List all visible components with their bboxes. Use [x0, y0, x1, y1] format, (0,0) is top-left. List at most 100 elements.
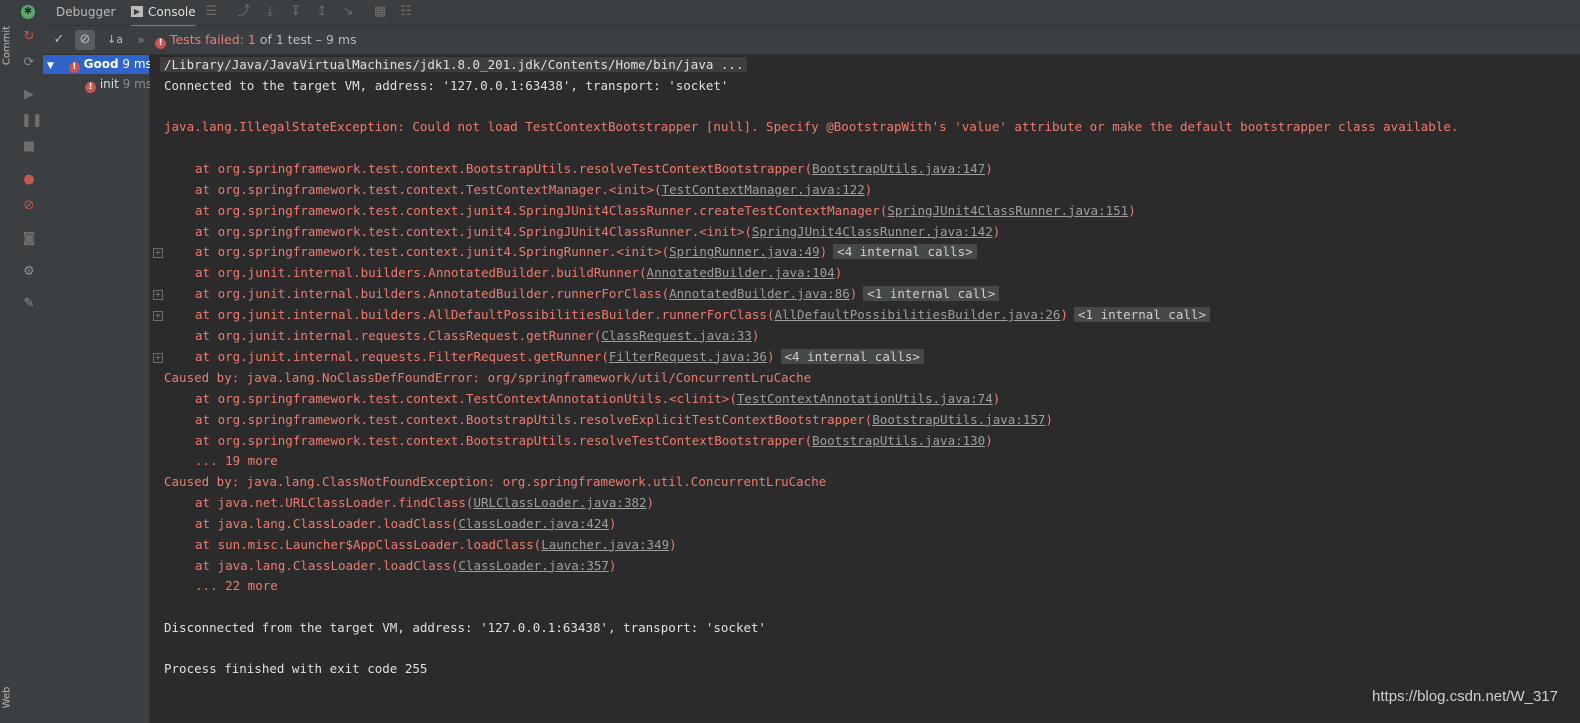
test-tree: ▼ ! Good 9 ms ! init 9 ms [43, 55, 152, 723]
run-to-cursor-icon[interactable]: ↘ [341, 5, 355, 19]
stack-frame-line: at java.lang.ClassLoader.loadClass(Class… [195, 556, 616, 576]
stack-frame-close-paren: ) [669, 536, 677, 552]
trace-icon[interactable]: ☷ [399, 5, 413, 19]
evaluate-expression-icon[interactable]: ▦ [373, 5, 387, 19]
internal-calls-badge[interactable]: <4 internal calls> [833, 244, 977, 260]
menu-icon[interactable]: ☰ [204, 5, 218, 19]
source-link[interactable]: Launcher.java:349 [541, 537, 669, 552]
source-link[interactable]: FilterRequest.java:36 [609, 349, 767, 364]
source-link[interactable]: AllDefaultPossibilitiesBuilder.java:26 [774, 307, 1060, 322]
stack-frame-line: at org.springframework.test.context.Test… [195, 180, 872, 200]
expand-fold-icon[interactable]: + [153, 352, 163, 363]
mute-breakpoints-icon[interactable]: ⊘ [21, 198, 37, 214]
console-line-caused-by: Caused by: java.lang.NoClassDefFoundErro… [164, 370, 812, 385]
internal-calls-badge[interactable]: <1 internal call> [1074, 306, 1210, 322]
debug-tab-bar: ✱ Debugger ▶ Console ☰ ⤴ ⤓ ↧ ↥ ↘ ▦ ☷ [15, 0, 1580, 28]
tab-console[interactable]: ▶ Console [131, 0, 196, 28]
stack-frame-close-paren: ) [1060, 306, 1068, 322]
web-tool-tab[interactable]: Web [2, 677, 13, 719]
rerun-failed-icon[interactable]: ↻ [21, 29, 37, 45]
expand-fold-icon[interactable]: + [153, 310, 163, 321]
console-icon: ▶ [131, 6, 143, 17]
stack-frame-text: at org.junit.internal.builders.Annotated… [195, 286, 670, 302]
stack-frame-close-paren: ) [608, 515, 617, 531]
source-link[interactable]: BootstrapUtils.java:130 [812, 433, 985, 448]
stack-frame-close-paren: ) [849, 286, 858, 302]
error-icon: ! [68, 62, 80, 73]
stack-frame-text: at org.junit.internal.builders.AllDefaul… [195, 306, 775, 322]
stack-frame-close-paren: ) [766, 348, 775, 364]
stack-frame-close-paren: ) [819, 244, 828, 260]
stack-frame-text: at org.springframework.test.context.juni… [195, 223, 752, 239]
tests-detail: of 1 test – 9 ms [259, 32, 357, 47]
tree-item-good[interactable]: ▼ ! Good 9 ms [43, 55, 152, 76]
bug-icon: ✱ [21, 5, 35, 19]
source-link[interactable]: ClassRequest.java:33 [601, 328, 752, 343]
stack-frame-line: at org.junit.internal.builders.Annotated… [195, 284, 1000, 304]
tab-debugger[interactable]: Debugger [56, 0, 115, 25]
show-execution-point-icon[interactable]: ⤴ [237, 5, 251, 19]
source-link[interactable]: AnnotatedBuilder.java:86 [669, 286, 850, 301]
stack-frame-text: at org.springframework.test.context.Test… [195, 391, 737, 406]
source-link[interactable]: TestContextManager.java:122 [662, 182, 865, 197]
stack-frame-text: at java.lang.ClassLoader.loadClass( [195, 515, 459, 531]
source-link[interactable]: URLClassLoader.java:382 [473, 495, 646, 510]
camera-icon[interactable]: ◙ [21, 231, 37, 247]
resume-icon[interactable]: ▶ [21, 87, 37, 103]
stack-frame-close-paren: ) [608, 557, 617, 573]
stack-frame-line: at java.lang.ClassLoader.loadClass(Class… [195, 514, 616, 534]
pause-icon[interactable]: ❚❚ [21, 113, 43, 129]
stack-frame-line: at org.springframework.test.context.juni… [195, 242, 977, 262]
stack-frame-line: at org.springframework.test.context.Boot… [195, 159, 993, 179]
gear-icon[interactable]: ⚙ [21, 264, 37, 280]
stack-frame-close-paren: ) [992, 223, 1001, 239]
side-tool-strip: Commit Web [0, 0, 16, 723]
console-output[interactable]: /Library/Java/JavaVirtualMachines/jdk1.8… [150, 55, 1580, 723]
stack-frame-close-paren: ) [992, 391, 1001, 406]
watermark: https://blog.csdn.net/W_317 [1372, 688, 1558, 705]
stack-frame-text: at org.springframework.test.context.Boot… [195, 411, 873, 427]
source-link[interactable]: ClassLoader.java:357 [458, 558, 609, 573]
console-line-more: ... 19 more [195, 453, 278, 468]
source-link[interactable]: AnnotatedBuilder.java:104 [647, 265, 835, 280]
source-link[interactable]: TestContextAnnotationUtils.java:74 [737, 391, 993, 406]
step-into-icon[interactable]: ↧ [289, 5, 303, 19]
tab-console-label: Console [148, 5, 196, 19]
pin-icon[interactable]: ✎ [21, 296, 37, 312]
console-line-more: ... 22 more [195, 578, 278, 593]
sort-alphabetically-icon[interactable]: ↓a [107, 32, 123, 48]
stack-frame-line: at org.junit.internal.requests.ClassRequ… [195, 326, 759, 346]
source-link[interactable]: ClassLoader.java:424 [458, 516, 609, 531]
step-out-icon[interactable]: ↥ [315, 5, 329, 19]
stack-frame-line: at org.springframework.test.context.Boot… [195, 410, 1053, 430]
show-ignored-icon[interactable]: ⊘ [75, 30, 95, 50]
source-link[interactable]: SpringRunner.java:49 [669, 244, 820, 259]
expand-arrow-icon[interactable]: ▼ [47, 57, 59, 76]
stack-frame-line: at org.springframework.test.context.juni… [195, 222, 1000, 242]
debug-toolbar: ↻ ⟳ ▶ ❚❚ ■ ● ⊘ ◙ ⚙ ✎ [15, 25, 44, 723]
internal-calls-badge[interactable]: <4 internal calls> [780, 348, 924, 364]
tree-item-init[interactable]: ! init 9 ms [85, 75, 152, 94]
expand-fold-icon[interactable]: + [153, 290, 163, 301]
view-breakpoints-icon[interactable]: ● [21, 172, 37, 188]
stack-frame-text: at org.junit.internal.requests.ClassRequ… [195, 327, 602, 343]
stack-frame-close-paren: ) [834, 265, 843, 281]
stack-frame-text: at org.springframework.test.context.Boot… [195, 161, 813, 176]
source-link[interactable]: SpringJUnit4ClassRunner.java:151 [887, 203, 1128, 218]
stack-frame-text: at java.lang.ClassLoader.loadClass( [195, 557, 459, 573]
source-link[interactable]: BootstrapUtils.java:157 [872, 412, 1045, 427]
commit-tool-tab[interactable]: Commit [2, 25, 13, 67]
source-link[interactable]: SpringJUnit4ClassRunner.java:142 [752, 224, 993, 239]
expand-fold-icon[interactable]: + [153, 248, 163, 259]
stack-frame-text: at java.net.URLClassLoader.findClass( [195, 495, 474, 510]
stop-icon[interactable]: ■ [21, 139, 37, 155]
tree-item-time: 9 ms [122, 77, 153, 91]
more-options-icon[interactable]: » [133, 32, 149, 48]
toggle-icon[interactable]: ⟳ [21, 55, 37, 71]
internal-calls-badge[interactable]: <1 internal call> [863, 286, 1000, 302]
source-link[interactable]: BootstrapUtils.java:147 [812, 161, 985, 176]
step-over-icon[interactable]: ⤓ [263, 5, 277, 19]
console-line-command[interactable]: /Library/Java/JavaVirtualMachines/jdk1.8… [160, 55, 748, 75]
console-line-exit-code: Process finished with exit code 255 [164, 661, 428, 676]
show-passed-icon[interactable]: ✓ [51, 32, 67, 48]
